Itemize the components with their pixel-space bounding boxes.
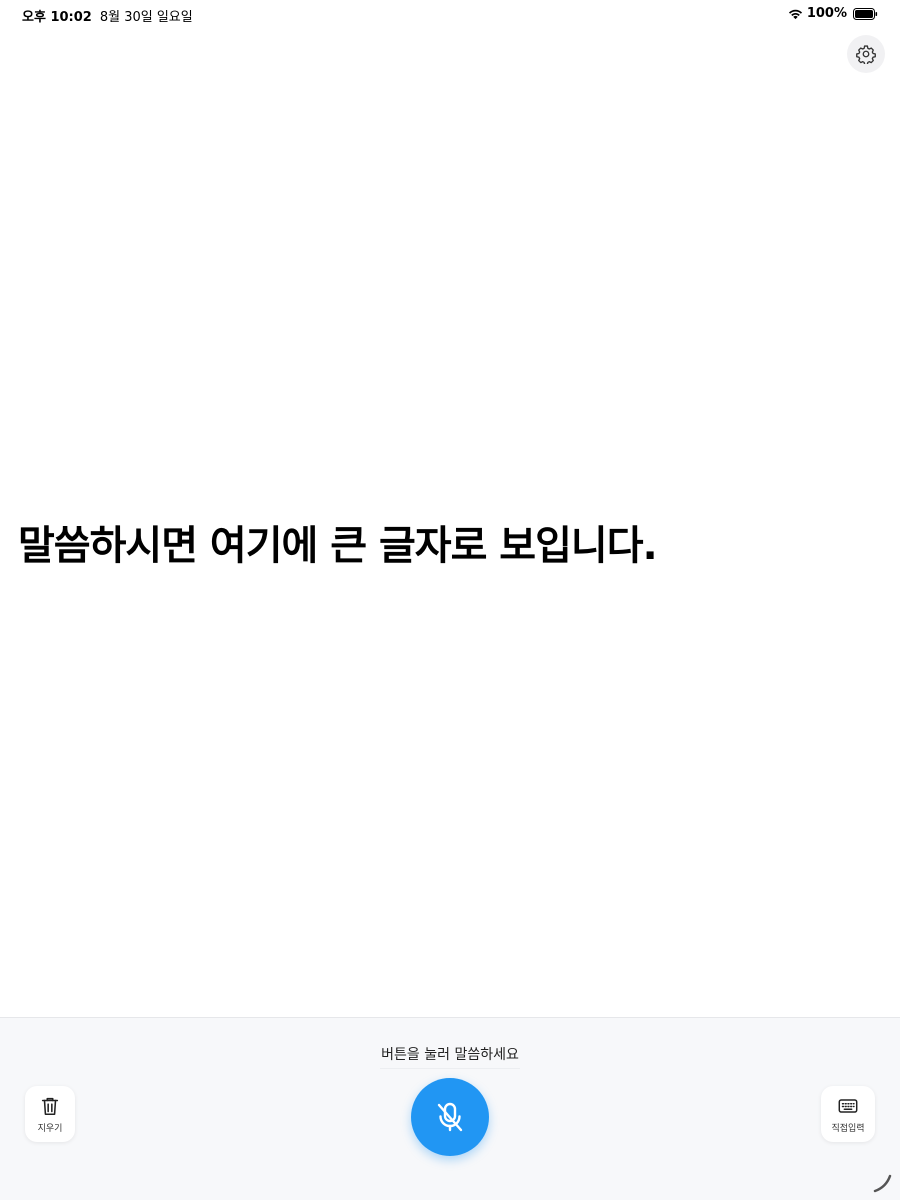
- gear-icon: [856, 45, 876, 64]
- keyboard-icon: [838, 1098, 858, 1113]
- battery-full-icon: [853, 7, 878, 20]
- wifi-icon: [788, 9, 802, 19]
- status-clock: 오후 10:02 8월 30일 일요일: [22, 6, 193, 25]
- corner-indicator-icon: [873, 1174, 892, 1193]
- status-time: 오후 10:02: [22, 10, 92, 25]
- keyboard-label: 직접입력: [831, 1123, 865, 1134]
- mic-off-icon: [437, 1102, 463, 1132]
- mic-button[interactable]: [411, 1078, 489, 1156]
- keyboard-input-button[interactable]: 직접입력: [821, 1086, 875, 1142]
- app-screen: 오후 10:02 8월 30일 일요일 100% 말씀하시면 여기에 큰 글자로 …: [0, 0, 900, 1200]
- status-date: 8월 30일 일요일: [99, 10, 193, 25]
- hint-text: 버튼을 눌러 말씀하세요: [381, 1047, 519, 1063]
- clear-button[interactable]: 지우기: [25, 1086, 75, 1142]
- status-indicators: 100%: [788, 6, 878, 21]
- trash-icon: [41, 1097, 59, 1115]
- settings-button[interactable]: [847, 35, 885, 73]
- clear-label: 지우기: [37, 1123, 63, 1134]
- bottom-control-panel: 버튼을 눌러 말씀하세요 지우기 직접입력: [0, 1017, 900, 1200]
- display-text: 말씀하시면 여기에 큰 글자로 보입니다.: [18, 523, 658, 569]
- battery-percent: 100%: [806, 6, 847, 21]
- hint-divider: [380, 1068, 520, 1069]
- status-bar: 오후 10:02 8월 30일 일요일 100%: [0, 0, 900, 28]
